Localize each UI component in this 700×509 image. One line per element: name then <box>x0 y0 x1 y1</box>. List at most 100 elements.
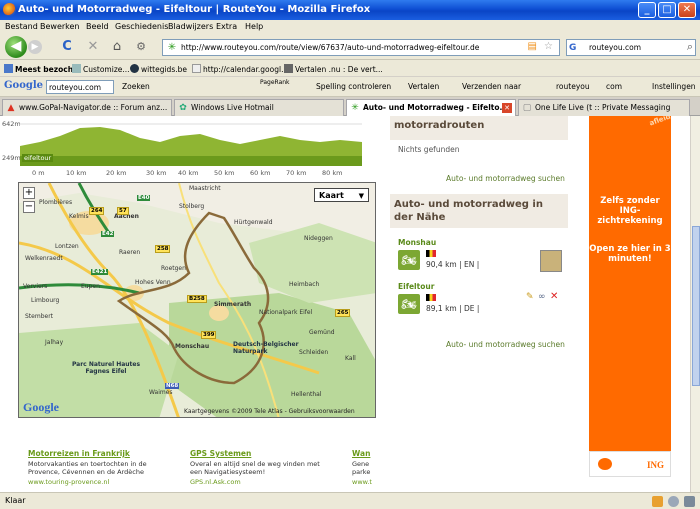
menu-bladwijzers[interactable]: Bladwijzers <box>168 22 213 31</box>
page-icon <box>192 64 201 73</box>
tab-onelife[interactable]: ▢ One Life Live (t :: Private Messaging <box>518 99 690 116</box>
menu-bewerken[interactable]: Bewerken <box>40 22 80 31</box>
motorbike-icon: 🏍 <box>398 294 420 314</box>
route-thumbnail[interactable] <box>540 250 562 272</box>
road-marker: 265 <box>335 309 351 317</box>
url-bar[interactable]: ✳ http://www.routeyou.com/route/view/676… <box>162 39 560 56</box>
text-ad-1[interactable]: Motorreizen in Frankrijk Motorvakanties … <box>28 449 168 486</box>
search-box[interactable]: G routeyou.com ⌕ <box>566 39 696 56</box>
road-marker: E421 <box>91 269 109 275</box>
search-icon[interactable]: ⌕ <box>687 40 693 54</box>
search-input[interactable]: routeyou.com <box>589 43 641 52</box>
belgium-flag-icon <box>426 294 436 301</box>
profile-marker: eifeltour <box>22 154 54 162</box>
home-button[interactable]: ⌂ <box>108 38 126 56</box>
text-ad-url[interactable]: www.t <box>352 478 376 486</box>
send-to-button[interactable]: Verzenden naar <box>462 82 521 91</box>
bookmark-item[interactable]: wittegids.be <box>130 64 187 74</box>
routeyou-button[interactable]: routeyou <box>556 82 590 91</box>
road-marker: N68 <box>165 383 180 389</box>
bookmark-item[interactable]: http://calendar.googl... <box>192 64 288 74</box>
elevation-bottom-label: 249m <box>2 154 21 162</box>
menu-geschiedenis[interactable]: Geschiedenis <box>115 22 168 31</box>
com-button[interactable]: com <box>606 82 622 91</box>
search-link-2[interactable]: Auto- und motorradweg suchen <box>446 340 565 349</box>
forward-button[interactable]: ▶ <box>28 40 42 54</box>
close-button[interactable]: ✕ <box>678 2 696 18</box>
text-ad-title[interactable]: Motorreizen in Frankrijk <box>28 449 168 458</box>
security-icon[interactable] <box>684 496 695 507</box>
zoom-in-button[interactable]: + <box>23 187 35 199</box>
back-button[interactable]: ◀ <box>5 36 27 58</box>
google-logo[interactable]: Google <box>4 80 43 91</box>
vertical-scrollbar[interactable] <box>690 116 700 492</box>
map-place: Kelmis <box>69 213 89 220</box>
delete-icon[interactable]: ✕ <box>550 291 558 302</box>
zoom-out-button[interactable]: − <box>23 201 35 213</box>
window-titlebar: Auto- und Motorradweg - Eifeltour | Rout… <box>0 0 700 20</box>
text-ad-url[interactable]: GPS.nl.Ask.com <box>190 478 330 486</box>
pagerank-button[interactable]: PageRank <box>260 79 290 86</box>
tab-routeyou[interactable]: ✳ Auto- und Motorradweg - Eifelto... ✕ <box>346 99 516 117</box>
text-ad-title[interactable]: Wan <box>352 449 376 458</box>
url-text: http://www.routeyou.com/route/view/67637… <box>181 43 480 52</box>
windows-live-icon: ✿ <box>179 103 187 113</box>
menu-beeld[interactable]: Beeld <box>86 22 109 31</box>
map-place: Welkenraedt <box>25 255 63 262</box>
search-engine-icon[interactable]: G <box>569 42 581 54</box>
google-map-logo[interactable]: Google <box>23 400 59 415</box>
km-tick: 20 km <box>106 169 127 177</box>
search-link-1[interactable]: Auto- und motorradweg suchen <box>446 174 565 183</box>
bookmark-item[interactable]: Meest bezocht <box>4 64 77 74</box>
route-map[interactable]: + − Kaart ▼ Plombières Maastricht Aachen… <box>18 182 376 418</box>
reload-button[interactable]: C <box>58 38 76 56</box>
rss-icon[interactable]: ▤ <box>528 41 537 52</box>
text-ad-2[interactable]: GPS Systemen Overal en altijd snel de we… <box>190 449 330 486</box>
site-identity-icon[interactable]: ✳ <box>166 42 178 54</box>
tab-hotmail[interactable]: ✿ Windows Live Hotmail <box>174 99 344 116</box>
bookmark-item[interactable]: Vertalen .nu : De vert... <box>284 64 383 74</box>
map-copyright: Kaartgegevens ©2009 Tele Atlas - Gebruik… <box>184 408 355 415</box>
maximize-button[interactable]: □ <box>658 2 676 18</box>
google-search-button[interactable]: Zoeken <box>122 82 150 91</box>
spellcheck-button[interactable]: Spelling controleren <box>316 82 391 91</box>
page-icon <box>72 64 81 73</box>
minimize-button[interactable]: _ <box>638 2 656 18</box>
edit-icon[interactable]: ✎ <box>526 292 534 302</box>
route-name[interactable]: Monshau <box>398 238 436 247</box>
addon-icon[interactable] <box>668 496 679 507</box>
status-bar: Klaar <box>0 492 700 509</box>
route-name[interactable]: Eifeltour <box>398 282 434 291</box>
tab-gopal[interactable]: ▲ www.GoPal-Navigator.de :: Forum anz... <box>2 99 172 116</box>
menu-bestand[interactable]: Bestand <box>5 22 38 31</box>
settings-button[interactable]: Instellingen <box>652 82 696 91</box>
text-ad-body: Overal en altijd snel de weg vinden met … <box>190 460 320 476</box>
text-ad-3[interactable]: Wan Gene parke www.t <box>352 449 376 486</box>
status-text: Klaar <box>5 496 26 505</box>
text-ad-title[interactable]: GPS Systemen <box>190 449 330 458</box>
menu-extra[interactable]: Extra <box>216 22 237 31</box>
extension-icon[interactable]: ⚙ <box>132 38 150 56</box>
text-ad-url[interactable]: www.touring-provence.nl <box>28 478 168 486</box>
scrollbar-thumb[interactable] <box>692 226 700 386</box>
close-tab-icon[interactable]: ✕ <box>502 103 512 113</box>
feed-icon[interactable] <box>652 496 663 507</box>
bookmark-star-icon[interactable]: ☆ <box>544 41 553 52</box>
routeyou-icon: ✳ <box>351 103 359 113</box>
bookmark-item[interactable]: Customize... <box>72 64 130 74</box>
map-place: Hohes Venn <box>135 279 171 286</box>
km-tick: 70 km <box>286 169 307 177</box>
ing-advertisement[interactable]: afleid Zelfs zonder ING-zichtrekening Op… <box>589 116 672 477</box>
map-place: Plombières <box>39 199 73 206</box>
ad-line-1: Zelfs zonder ING-zichtrekening <box>597 196 663 226</box>
stop-button[interactable]: ✕ <box>84 38 102 56</box>
km-tick: 40 km <box>178 169 199 177</box>
ing-lion-icon <box>598 458 612 470</box>
map-type-select[interactable]: Kaart ▼ <box>314 188 369 202</box>
link-icon[interactable]: ∞ <box>538 292 546 302</box>
ad-line-2: Open ze hier in 3 minuten! <box>589 244 671 264</box>
google-search-input[interactable]: routeyou.com <box>46 80 114 94</box>
menu-help[interactable]: Help <box>245 22 263 31</box>
translate-button[interactable]: Vertalen <box>408 82 439 91</box>
km-tick: 80 km <box>322 169 343 177</box>
